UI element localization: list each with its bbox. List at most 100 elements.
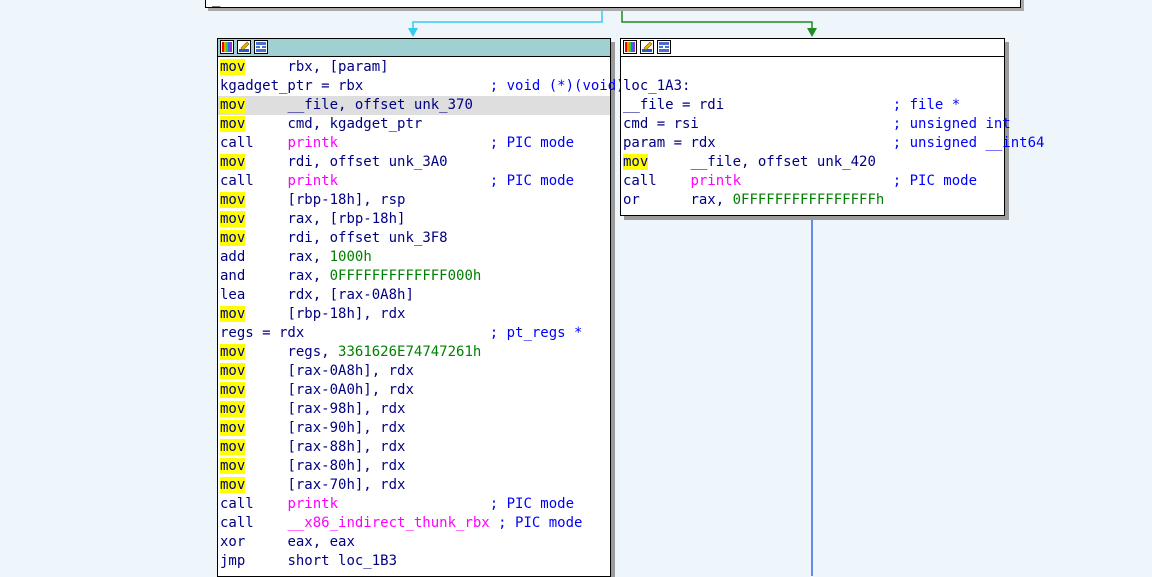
- instruction-mnemonic[interactable]: mov: [220, 59, 246, 75]
- disasm-line[interactable]: or rax, 0FFFFFFFFFFFFFFFFh: [621, 191, 1004, 210]
- line-comment[interactable]: ; file *: [893, 97, 960, 113]
- instruction-operands[interactable]: [rax-0A0h], rdx: [287, 382, 413, 398]
- instruction-mnemonic[interactable]: mov: [220, 116, 246, 132]
- disasm-line[interactable]: kgadget_ptr = rbx ; void (*)(void): [218, 77, 625, 96]
- variable-assignment[interactable]: regs = rdx: [220, 325, 304, 341]
- instruction-mnemonic[interactable]: mov: [220, 192, 246, 208]
- line-comment[interactable]: ; PIC mode: [893, 173, 977, 189]
- instruction-operands[interactable]: [rax-80h], rdx: [287, 458, 405, 474]
- instruction-operands[interactable]: rax, [rbp-18h]: [287, 211, 405, 227]
- disasm-line[interactable]: cmd = rsi ; unsigned int: [621, 115, 1011, 134]
- instruction-mnemonic[interactable]: mov: [220, 458, 246, 474]
- instruction-mnemonic[interactable]: mov: [220, 344, 246, 360]
- numeric-operand[interactable]: 0FFFFFFFFFFFFF000h: [330, 268, 482, 284]
- instruction-operands[interactable]: rdi, offset unk_3F8: [287, 230, 447, 246]
- function-reference[interactable]: printk: [287, 173, 338, 189]
- graph-overview-icon[interactable]: [657, 40, 671, 54]
- top-graph-node[interactable]: _: [205, 0, 1021, 8]
- line-comment[interactable]: ; PIC mode: [498, 515, 582, 531]
- instruction-operands[interactable]: cmd, kgadget_ptr: [287, 116, 422, 132]
- color-palette-icon[interactable]: [623, 40, 637, 54]
- instruction-mnemonic[interactable]: and: [220, 268, 245, 284]
- instruction-operands[interactable]: [rax-90h], rdx: [287, 420, 405, 436]
- disasm-line[interactable]: mov [rax-0A8h], rdx: [218, 362, 610, 381]
- line-comment[interactable]: ; void (*)(void): [490, 78, 625, 94]
- disasm-line[interactable]: call __x86_indirect_thunk_rbx ; PIC mode: [218, 514, 610, 533]
- disasm-line[interactable]: mov [rax-70h], rdx: [218, 476, 610, 495]
- instruction-operands[interactable]: [rbp-18h], rsp: [287, 192, 405, 208]
- location-label[interactable]: loc_1A3:: [621, 77, 1004, 96]
- instruction-operands[interactable]: short loc_1B3: [287, 553, 397, 569]
- instruction-mnemonic[interactable]: call: [220, 135, 254, 151]
- left-block-header[interactable]: [218, 39, 610, 57]
- disasm-line[interactable]: mov [rbp-18h], rsp: [218, 191, 610, 210]
- instruction-mnemonic[interactable]: or: [623, 192, 640, 208]
- instruction-operands[interactable]: eax, eax: [287, 534, 354, 550]
- disasm-line[interactable]: mov [rax-88h], rdx: [218, 438, 610, 457]
- disasm-line[interactable]: add rax, 1000h: [218, 248, 610, 267]
- instruction-mnemonic[interactable]: mov: [220, 211, 246, 227]
- instruction-mnemonic[interactable]: jmp: [220, 553, 245, 569]
- instruction-mnemonic[interactable]: mov: [220, 230, 246, 246]
- instruction-mnemonic[interactable]: mov: [220, 154, 246, 170]
- instruction-operands[interactable]: [rax-98h], rdx: [287, 401, 405, 417]
- instruction-mnemonic[interactable]: mov: [220, 97, 246, 113]
- disasm-line[interactable]: and rax, 0FFFFFFFFFFFFF000h: [218, 267, 610, 286]
- instruction-operands[interactable]: rax,: [287, 268, 329, 284]
- instruction-operands[interactable]: __file, offset unk_420: [690, 154, 875, 170]
- line-comment[interactable]: ; PIC mode: [490, 135, 574, 151]
- disasm-line[interactable]: param = rdx ; unsigned __int64: [621, 134, 1044, 153]
- instruction-mnemonic[interactable]: call: [220, 173, 254, 189]
- variable-assignment[interactable]: kgadget_ptr = rbx: [220, 78, 363, 94]
- disasm-line[interactable]: call printk ; PIC mode: [218, 172, 610, 191]
- instruction-mnemonic[interactable]: call: [220, 515, 254, 531]
- instruction-operands[interactable]: rax,: [690, 192, 732, 208]
- instruction-operands[interactable]: __file, offset unk_370: [287, 97, 472, 113]
- disasm-line[interactable]: mov cmd, kgadget_ptr: [218, 115, 610, 134]
- instruction-operands[interactable]: rbx, [param]: [287, 59, 388, 75]
- instruction-mnemonic[interactable]: mov: [220, 363, 246, 379]
- function-reference[interactable]: __x86_indirect_thunk_rbx: [287, 515, 489, 531]
- rename-pencil-icon[interactable]: [640, 40, 654, 54]
- disasm-line[interactable]: regs = rdx ; pt_regs *: [218, 324, 610, 343]
- variable-assignment[interactable]: cmd = rsi: [623, 116, 699, 132]
- right-code-block[interactable]: loc_1A3: __file = rdi ; file * cmd = rsi …: [620, 38, 1044, 216]
- instruction-mnemonic[interactable]: mov: [220, 477, 246, 493]
- instruction-operands[interactable]: rax,: [287, 249, 329, 265]
- disasm-line[interactable]: mov rdi, offset unk_3A0: [218, 153, 610, 172]
- disasm-line[interactable]: __file = rdi ; file *: [621, 96, 1004, 115]
- disasm-line[interactable]: call printk ; PIC mode: [218, 134, 610, 153]
- disasm-line[interactable]: jmp short loc_1B3: [218, 552, 610, 571]
- instruction-operands[interactable]: [rax-88h], rdx: [287, 439, 405, 455]
- disasm-line[interactable]: mov [rax-80h], rdx: [218, 457, 610, 476]
- instruction-operands[interactable]: regs,: [287, 344, 338, 360]
- disasm-line[interactable]: mov rdi, offset unk_3F8: [218, 229, 610, 248]
- disasm-line[interactable]: mov [rax-98h], rdx: [218, 400, 610, 419]
- instruction-mnemonic[interactable]: mov: [220, 439, 246, 455]
- instruction-mnemonic[interactable]: mov: [220, 401, 246, 417]
- graph-overview-icon[interactable]: [254, 40, 268, 54]
- instruction-operands[interactable]: [rbp-18h], rdx: [287, 306, 405, 322]
- function-reference[interactable]: printk: [287, 135, 338, 151]
- color-palette-icon[interactable]: [220, 40, 234, 54]
- instruction-mnemonic[interactable]: lea: [220, 287, 245, 303]
- disasm-line[interactable]: call printk ; PIC mode: [621, 172, 1004, 191]
- disasm-line[interactable]: mov [rax-90h], rdx: [218, 419, 610, 438]
- instruction-operands[interactable]: rdi, offset unk_3A0: [287, 154, 447, 170]
- function-reference[interactable]: printk: [690, 173, 741, 189]
- instruction-mnemonic[interactable]: call: [220, 496, 254, 512]
- disasm-line[interactable]: xor eax, eax: [218, 533, 610, 552]
- disasm-line[interactable]: mov regs, 3361626E74747261h: [218, 343, 610, 362]
- numeric-operand[interactable]: 1000h: [330, 249, 372, 265]
- instruction-mnemonic[interactable]: call: [623, 173, 657, 189]
- line-comment[interactable]: ; pt_regs *: [490, 325, 583, 341]
- disasm-line[interactable]: mov rbx, [param]: [218, 58, 610, 77]
- disasm-line[interactable]: mov __file, offset unk_420: [621, 153, 1004, 172]
- line-comment[interactable]: ; unsigned int: [893, 116, 1011, 132]
- instruction-mnemonic[interactable]: add: [220, 249, 245, 265]
- instruction-operands[interactable]: rdx, [rax-0A8h]: [287, 287, 413, 303]
- disasm-line[interactable]: call printk ; PIC mode: [218, 495, 610, 514]
- left-code-block[interactable]: mov rbx, [param] kgadget_ptr = rbx ; void…: [217, 38, 625, 577]
- instruction-operands[interactable]: [rax-0A8h], rdx: [287, 363, 413, 379]
- disasm-line[interactable]: mov [rax-0A0h], rdx: [218, 381, 610, 400]
